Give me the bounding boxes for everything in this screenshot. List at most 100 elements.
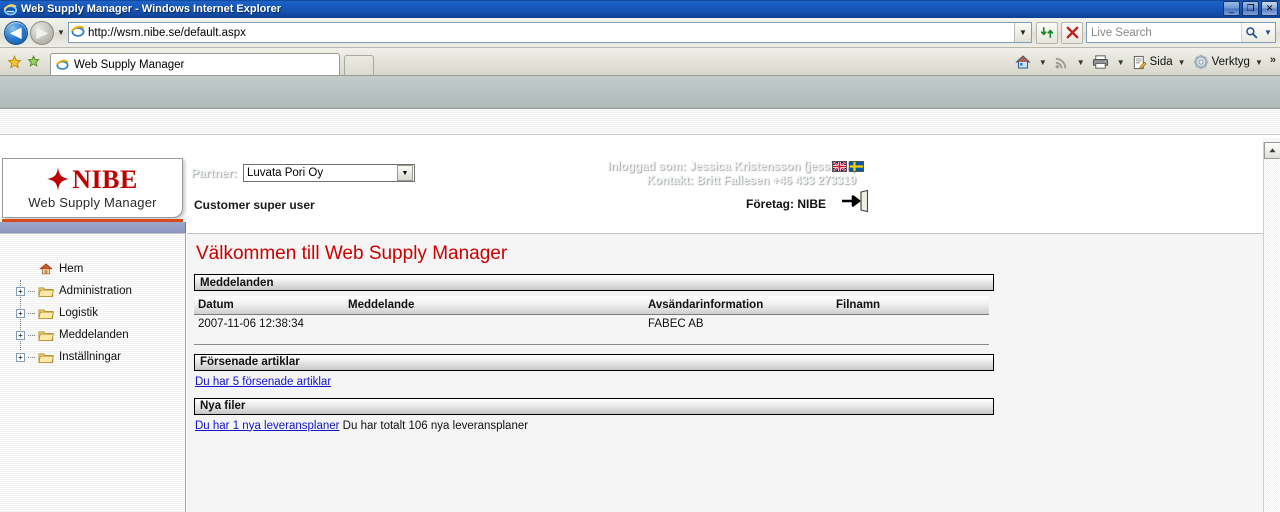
- column-header-meddelande[interactable]: Meddelande: [344, 296, 644, 315]
- feeds-command[interactable]: [1052, 51, 1074, 73]
- favorites-button[interactable]: [4, 49, 24, 75]
- print-command[interactable]: [1090, 51, 1114, 73]
- cell-datum: 2007-11-06 12:38:34: [194, 314, 344, 333]
- address-bar[interactable]: http://wsm.nibe.se/default.aspx ▼: [68, 22, 1032, 43]
- folder-icon: [37, 351, 55, 364]
- tree-expander-icon[interactable]: +: [16, 286, 25, 296]
- table-row[interactable]: 2007-11-06 12:38:34 FABEC AB: [194, 314, 989, 333]
- minimize-button[interactable]: _: [1223, 1, 1240, 16]
- navigation-bar: ◀ ▶ ▼ http://wsm.nibe.se/default.aspx ▼: [0, 18, 1280, 48]
- cell-filnamn: [832, 314, 989, 333]
- flag-uk-icon[interactable]: [832, 161, 847, 172]
- chevron-up-icon: [1269, 148, 1276, 153]
- favorites-star-icon: [6, 54, 22, 69]
- page-command-label: Sida: [1149, 56, 1173, 68]
- login-info: Inloggad som: Jessica Kristensson (jessi…: [607, 160, 856, 188]
- sidebar-item-logistik[interactable]: + Logistik: [16, 302, 185, 324]
- sidebar-item-hem[interactable]: Hem: [16, 258, 185, 280]
- sidebar: Hem + Administration + Logistik + Meddel…: [0, 233, 186, 512]
- command-overflow-icon[interactable]: »: [1270, 54, 1276, 66]
- browser-window: Web Supply Manager - Windows Internet Ex…: [0, 0, 1280, 512]
- user-role-title: Customer super user: [194, 198, 315, 212]
- address-dropdown-icon[interactable]: ▼: [1014, 23, 1031, 42]
- nibe-star-icon: [47, 166, 70, 194]
- maximize-button[interactable]: ❐: [1242, 1, 1259, 16]
- logo-wordmark: NIBE: [72, 165, 138, 194]
- column-header-datum[interactable]: Datum: [194, 296, 344, 315]
- tools-command-label: Verktyg: [1211, 56, 1250, 68]
- browser-tab[interactable]: Web Supply Manager: [50, 53, 340, 75]
- sidebar-top-bar: [0, 222, 186, 233]
- sidebar-item-meddelanden[interactable]: + Meddelanden: [16, 324, 185, 346]
- messages-panel: Meddelanden Datum Meddelande Avsändarinf…: [194, 274, 994, 345]
- scroll-up-button[interactable]: [1264, 142, 1280, 159]
- search-button[interactable]: [1241, 23, 1261, 42]
- delayed-articles-line: Du har 5 försenade artiklar: [195, 376, 1263, 388]
- home-icon: [1015, 55, 1031, 69]
- sidebar-item-label: Logistik: [59, 307, 98, 319]
- sidebar-item-administration[interactable]: + Administration: [16, 280, 185, 302]
- new-tab-button[interactable]: [344, 55, 374, 75]
- refresh-icon: [1040, 26, 1053, 39]
- feeds-caret-icon[interactable]: ▼: [1077, 58, 1085, 67]
- column-header-avsandarinformation[interactable]: Avsändarinformation: [644, 296, 832, 315]
- tree-expander-icon[interactable]: +: [16, 330, 25, 340]
- add-favorite-button[interactable]: [24, 49, 44, 75]
- page-title: Välkommen till Web Supply Manager: [196, 243, 508, 264]
- history-dropdown-icon[interactable]: ▼: [54, 28, 68, 37]
- back-button[interactable]: ◀: [4, 20, 28, 45]
- search-input[interactable]: Live Search ▼: [1086, 22, 1276, 43]
- tree-dotline: [28, 312, 35, 314]
- new-files-trailing-text: Du har totalt 106 nya leveransplaner: [339, 419, 529, 432]
- close-button[interactable]: ✕: [1261, 1, 1278, 16]
- refresh-button[interactable]: [1036, 21, 1058, 44]
- partner-dropdown[interactable]: Luvata Pori Oy ▼: [243, 164, 416, 182]
- sidebar-item-installningar[interactable]: + Inställningar: [16, 346, 185, 368]
- new-files-link[interactable]: Du har 1 nya leveransplaner: [195, 420, 339, 432]
- forward-button[interactable]: ▶: [30, 20, 54, 45]
- page-command[interactable]: Sida: [1130, 51, 1175, 73]
- flag-sweden-icon[interactable]: [849, 161, 864, 172]
- folder-icon: [37, 307, 55, 320]
- tab-favicon-icon: [56, 58, 69, 71]
- contact-info: Kontakt: Britt Fallesen +46 433 273319: [646, 175, 856, 187]
- search-dropdown-icon[interactable]: ▼: [1261, 23, 1275, 42]
- command-bar: ▼ ▼ ▼ Sida ▼ Verktyg ▼ »: [1011, 51, 1276, 73]
- navigation-tree: Hem + Administration + Logistik + Meddel…: [0, 258, 185, 368]
- tab-title: Web Supply Manager: [74, 58, 185, 71]
- new-files-line: Du har 1 nya leveransplaner Du har total…: [195, 420, 1263, 432]
- tools-caret-icon[interactable]: ▼: [1255, 58, 1263, 67]
- title-bar: Web Supply Manager - Windows Internet Ex…: [0, 0, 1280, 18]
- window-controls: _ ❐ ✕: [1223, 1, 1278, 16]
- logo-underline: [2, 219, 183, 222]
- logged-in-as: Inloggad som: Jessica Kristensson (jessi…: [607, 161, 856, 173]
- partner-selected-value: Luvata Pori Oy: [247, 167, 324, 179]
- home-command[interactable]: [1013, 51, 1036, 73]
- logout-button[interactable]: [840, 189, 872, 216]
- print-caret-icon[interactable]: ▼: [1117, 58, 1125, 67]
- home-caret-icon[interactable]: ▼: [1039, 58, 1047, 67]
- delayed-articles-link[interactable]: Du har 5 försenade artiklar: [195, 376, 331, 388]
- table-bottom-rule: [194, 333, 989, 345]
- tree-expander-icon[interactable]: +: [16, 352, 25, 362]
- vertical-scrollbar[interactable]: [1263, 142, 1280, 512]
- search-placeholder: Live Search: [1091, 26, 1152, 39]
- tools-command[interactable]: Verktyg: [1191, 51, 1252, 73]
- tree-dotline: [28, 356, 35, 358]
- tree-expander-icon[interactable]: +: [16, 308, 25, 318]
- partner-selector[interactable]: Partner: Luvata Pori Oy ▼: [191, 164, 416, 182]
- new-files-panel-title: Nya filer: [194, 397, 994, 415]
- column-header-filnamn[interactable]: Filnamn: [832, 296, 989, 315]
- main-content: Välkommen till Web Supply Manager Meddel…: [187, 233, 1263, 512]
- table-header-row: Datum Meddelande Avsändarinformation Fil…: [194, 296, 989, 315]
- stop-icon: [1066, 26, 1078, 39]
- page-caret-icon[interactable]: ▼: [1178, 58, 1186, 67]
- sidebar-item-label: Meddelanden: [59, 329, 129, 341]
- application-area: NIBE Web Supply Manager Partner: Luvata …: [0, 76, 1280, 512]
- language-flags: [832, 161, 864, 172]
- cell-meddelande: [344, 314, 644, 333]
- chevron-down-icon[interactable]: ▼: [397, 165, 414, 181]
- tree-dotline: [28, 290, 35, 292]
- stop-button[interactable]: [1061, 21, 1083, 44]
- window-title: Web Supply Manager - Windows Internet Ex…: [21, 3, 282, 15]
